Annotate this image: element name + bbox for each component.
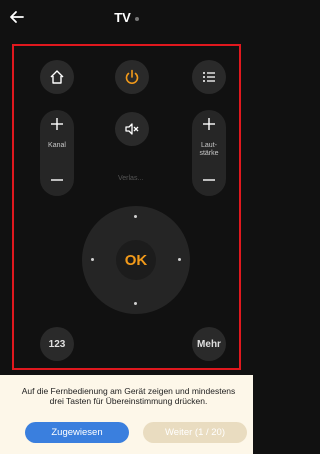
ok-button[interactable]: OK — [116, 240, 156, 280]
numbers-button[interactable]: 123 — [40, 327, 74, 361]
instruction-line2: drei Tasten für Übereinstimmung drücken. — [49, 396, 208, 406]
power-icon — [125, 69, 139, 85]
status-dot — [134, 16, 139, 21]
assigned-button[interactable]: Zugewiesen — [25, 422, 129, 443]
right-button[interactable] — [178, 258, 181, 261]
channel-label: Kanal — [48, 142, 66, 149]
faded-button-label: Verlas... — [118, 175, 144, 182]
home-button[interactable] — [40, 60, 74, 94]
page-title: TV — [0, 10, 253, 25]
top-bar: TV — [0, 0, 253, 34]
volume-label: Laut- stärke — [186, 142, 232, 158]
menu-button[interactable] — [192, 60, 226, 94]
channel-rocker: Kanal — [40, 110, 74, 196]
power-button[interactable] — [115, 60, 149, 94]
bottom-panel: Auf die Fernbedienung am Gerät zeigen un… — [0, 375, 253, 454]
direction-pad: OK — [82, 206, 190, 314]
device-title: TV — [114, 10, 131, 25]
down-button[interactable] — [134, 302, 137, 305]
volume-rocker: Laut- stärke — [192, 110, 226, 196]
remote-control-panel: Kanal Laut- stärke Verlas... OK 123 Mehr — [12, 44, 241, 370]
more-button[interactable]: Mehr — [192, 327, 226, 361]
volume-up-icon[interactable] — [192, 116, 226, 132]
channel-up-icon[interactable] — [40, 116, 74, 132]
volume-down-icon[interactable] — [192, 172, 226, 188]
up-button[interactable] — [134, 215, 137, 218]
list-menu-icon — [203, 72, 215, 82]
volume-label-line1: Laut- — [201, 142, 217, 149]
instruction-line1: Auf die Fernbedienung am Gerät zeigen un… — [21, 386, 236, 396]
instruction-text: Auf die Fernbedienung am Gerät zeigen un… — [4, 386, 253, 406]
home-icon — [50, 70, 64, 84]
mute-icon — [125, 123, 139, 135]
next-button[interactable]: Weiter (1 / 20) — [143, 422, 247, 443]
mute-button[interactable] — [115, 112, 149, 146]
channel-down-icon[interactable] — [40, 172, 74, 188]
left-button[interactable] — [91, 258, 94, 261]
volume-label-line2: stärke — [199, 150, 219, 157]
